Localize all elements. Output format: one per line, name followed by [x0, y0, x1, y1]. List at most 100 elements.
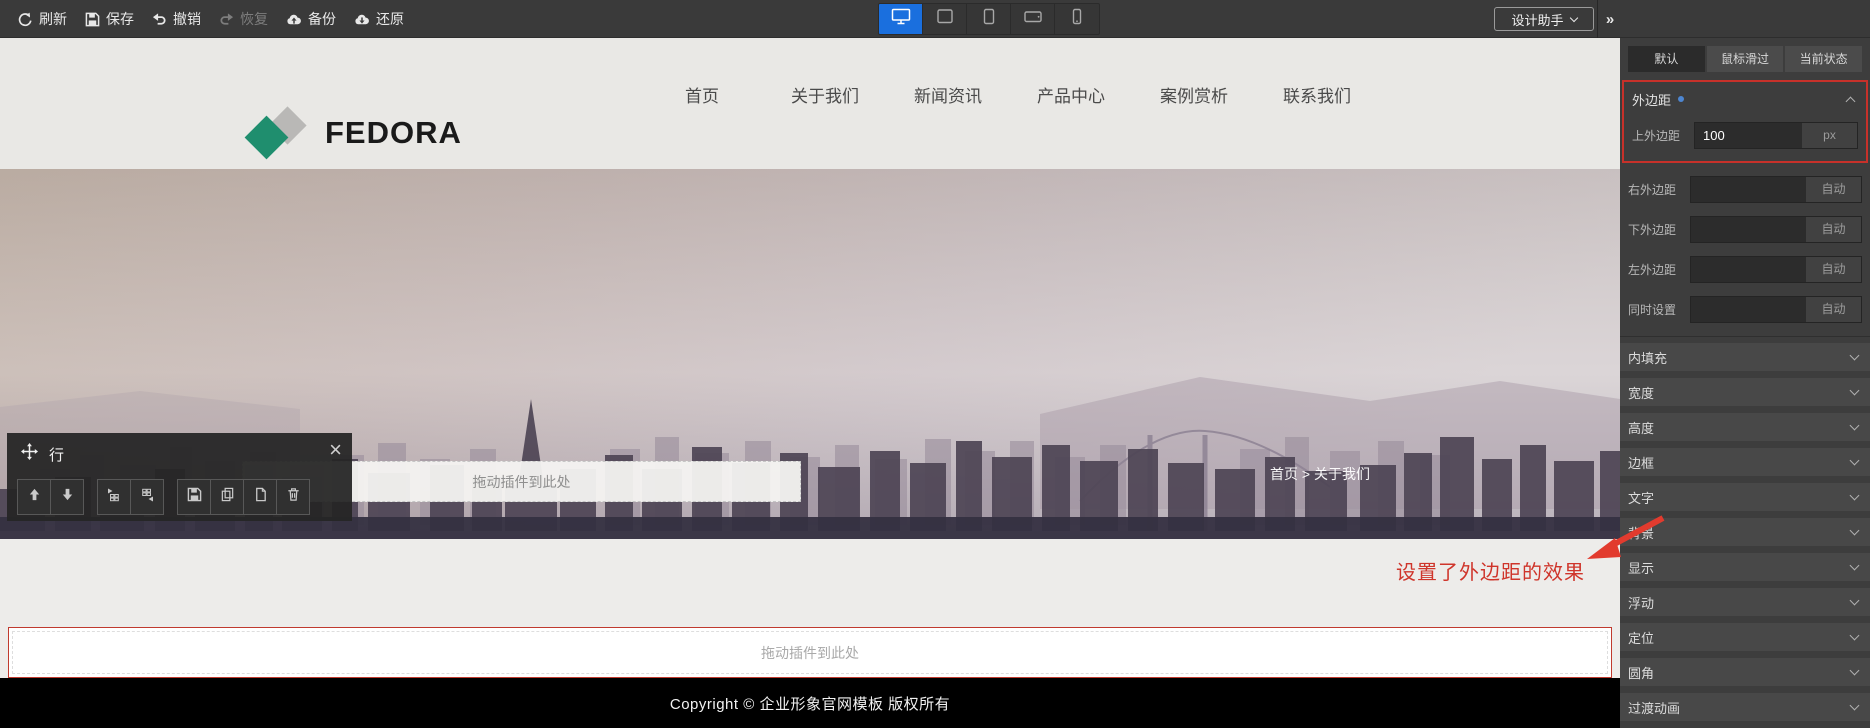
arrow-down-icon	[60, 487, 75, 507]
margin-all-input[interactable]	[1690, 296, 1806, 323]
cloud-download-icon	[354, 12, 370, 27]
tablet-landscape-icon	[1023, 8, 1043, 30]
breadcrumb[interactable]: 首页 > 关于我们	[1270, 464, 1370, 484]
section-position[interactable]: 定位	[1620, 623, 1870, 651]
chevron-down-icon	[1850, 631, 1860, 641]
margin-top-row: 上外边距 px	[1632, 122, 1858, 149]
state-hover-button[interactable]: 鼠标滑过	[1707, 46, 1784, 72]
save-button[interactable]: 保存	[85, 9, 134, 29]
design-assistant-button[interactable]: 设计助手	[1494, 7, 1594, 31]
margin-highlight-box: 外边距 上外边距 px	[1622, 80, 1868, 163]
margin-top-unit[interactable]: px	[1802, 122, 1858, 149]
chevron-up-icon	[1846, 96, 1856, 106]
close-icon[interactable]: ×	[329, 439, 342, 461]
refresh-button[interactable]: 刷新	[18, 9, 67, 29]
nav-item-about[interactable]: 关于我们	[791, 82, 859, 107]
bottom-plugin-dropzone[interactable]: 拖动插件到此处	[8, 627, 1612, 678]
section-border-radius[interactable]: 圆角	[1620, 658, 1870, 686]
logo-text: FEDORA	[325, 115, 462, 151]
section-display[interactable]: 显示	[1620, 553, 1870, 581]
device-tablet-landscape-button[interactable]	[1011, 4, 1055, 34]
toolbar-divider	[1597, 0, 1598, 38]
arrow-up-icon	[27, 487, 42, 507]
margin-right-unit[interactable]: 自动	[1806, 176, 1862, 203]
section-text[interactable]: 文字	[1620, 483, 1870, 511]
margin-left-row: 左外边距 自动	[1628, 256, 1862, 283]
site-logo[interactable]: FEDORA	[243, 104, 462, 162]
margin-bottom-unit[interactable]: 自动	[1806, 216, 1862, 243]
chevron-down-icon	[1850, 421, 1860, 431]
chevron-down-icon	[1850, 351, 1860, 361]
row-element-toolbar: 行 ×	[7, 433, 352, 521]
section-width[interactable]: 宽度	[1620, 378, 1870, 406]
tablet-portrait-icon	[979, 8, 999, 30]
panel-collapse-button[interactable]: »	[1600, 0, 1620, 38]
margin-all-unit[interactable]: 自动	[1806, 296, 1862, 323]
chevron-down-icon	[1850, 561, 1860, 571]
copy-row-button[interactable]	[210, 479, 244, 515]
move-row-up-button[interactable]	[17, 479, 51, 515]
device-phone-button[interactable]	[1055, 4, 1099, 34]
section-height[interactable]: 高度	[1620, 413, 1870, 441]
paste-icon	[253, 487, 268, 507]
device-monitor-button[interactable]	[923, 4, 967, 34]
section-margin-header[interactable]: 外边距	[1628, 84, 1862, 114]
section-background[interactable]: 背景	[1620, 518, 1870, 546]
row-toolbar-header: 行 ×	[7, 433, 352, 475]
section-transition[interactable]: 过渡动画	[1620, 693, 1870, 721]
state-current-button[interactable]: 当前状态	[1785, 46, 1862, 72]
chevron-down-icon	[1850, 386, 1860, 396]
monitor-icon	[935, 8, 955, 30]
cloud-upload-icon	[286, 12, 302, 27]
delete-icon	[286, 487, 301, 507]
delete-row-button[interactable]	[276, 479, 310, 515]
margin-bottom-row: 下外边距 自动	[1628, 216, 1862, 243]
site-nav: 首页 关于我们 新闻资讯 产品中心 案例赏析 联系我们	[668, 82, 1351, 107]
logo-diamonds-icon	[243, 104, 309, 162]
save-row-button[interactable]	[177, 479, 211, 515]
copy-icon	[220, 487, 235, 507]
insert-row-below-button[interactable]	[130, 479, 164, 515]
redo-button[interactable]: 恢复	[219, 9, 268, 29]
redo-icon	[219, 12, 234, 27]
insert-row-above-icon	[106, 487, 122, 508]
insert-row-above-button[interactable]	[97, 479, 131, 515]
margin-top-input[interactable]	[1694, 122, 1802, 149]
site-header: FEDORA 首页 关于我们 新闻资讯 产品中心 案例赏析 联系我们	[0, 38, 1620, 169]
margin-left-input[interactable]	[1690, 256, 1806, 283]
nav-item-home[interactable]: 首页	[668, 82, 736, 107]
move-icon[interactable]	[21, 443, 38, 465]
row-toolbar-buttons	[17, 479, 323, 515]
section-border[interactable]: 边框	[1620, 448, 1870, 476]
nav-item-cases[interactable]: 案例赏析	[1160, 82, 1228, 107]
nav-item-contact[interactable]: 联系我们	[1283, 82, 1351, 107]
margin-right-row: 右外边距 自动	[1628, 176, 1862, 203]
chevron-down-icon	[1850, 596, 1860, 606]
chevron-down-icon	[1850, 666, 1860, 676]
move-row-down-button[interactable]	[50, 479, 84, 515]
chevron-down-icon	[1850, 491, 1860, 501]
restore-button[interactable]: 还原	[354, 9, 404, 29]
toolbar-button-group: 刷新 保存 撤销 恢复 备份 还原	[18, 0, 404, 38]
save-icon	[187, 487, 202, 507]
site-footer: Copyright © 企业形象官网模板 版权所有	[0, 678, 1620, 728]
modified-indicator-dot	[1678, 96, 1684, 102]
device-desktop-button[interactable]	[879, 4, 923, 34]
backup-button[interactable]: 备份	[286, 9, 336, 29]
margin-left-unit[interactable]: 自动	[1806, 256, 1862, 283]
margin-bottom-input[interactable]	[1690, 216, 1806, 243]
insert-row-below-icon	[139, 487, 155, 508]
chevron-down-icon	[1850, 701, 1860, 711]
chevron-down-icon	[1850, 526, 1860, 536]
device-preview-switcher	[878, 3, 1100, 35]
nav-item-news[interactable]: 新闻资讯	[914, 82, 982, 107]
section-padding[interactable]: 内填充	[1620, 343, 1870, 371]
nav-item-products[interactable]: 产品中心	[1037, 82, 1105, 107]
paste-row-button[interactable]	[243, 479, 277, 515]
device-tablet-portrait-button[interactable]	[967, 4, 1011, 34]
refresh-icon	[18, 12, 33, 27]
section-float[interactable]: 浮动	[1620, 588, 1870, 616]
undo-button[interactable]: 撤销	[152, 9, 201, 29]
margin-right-input[interactable]	[1690, 176, 1806, 203]
state-default-button[interactable]: 默认	[1628, 46, 1705, 72]
